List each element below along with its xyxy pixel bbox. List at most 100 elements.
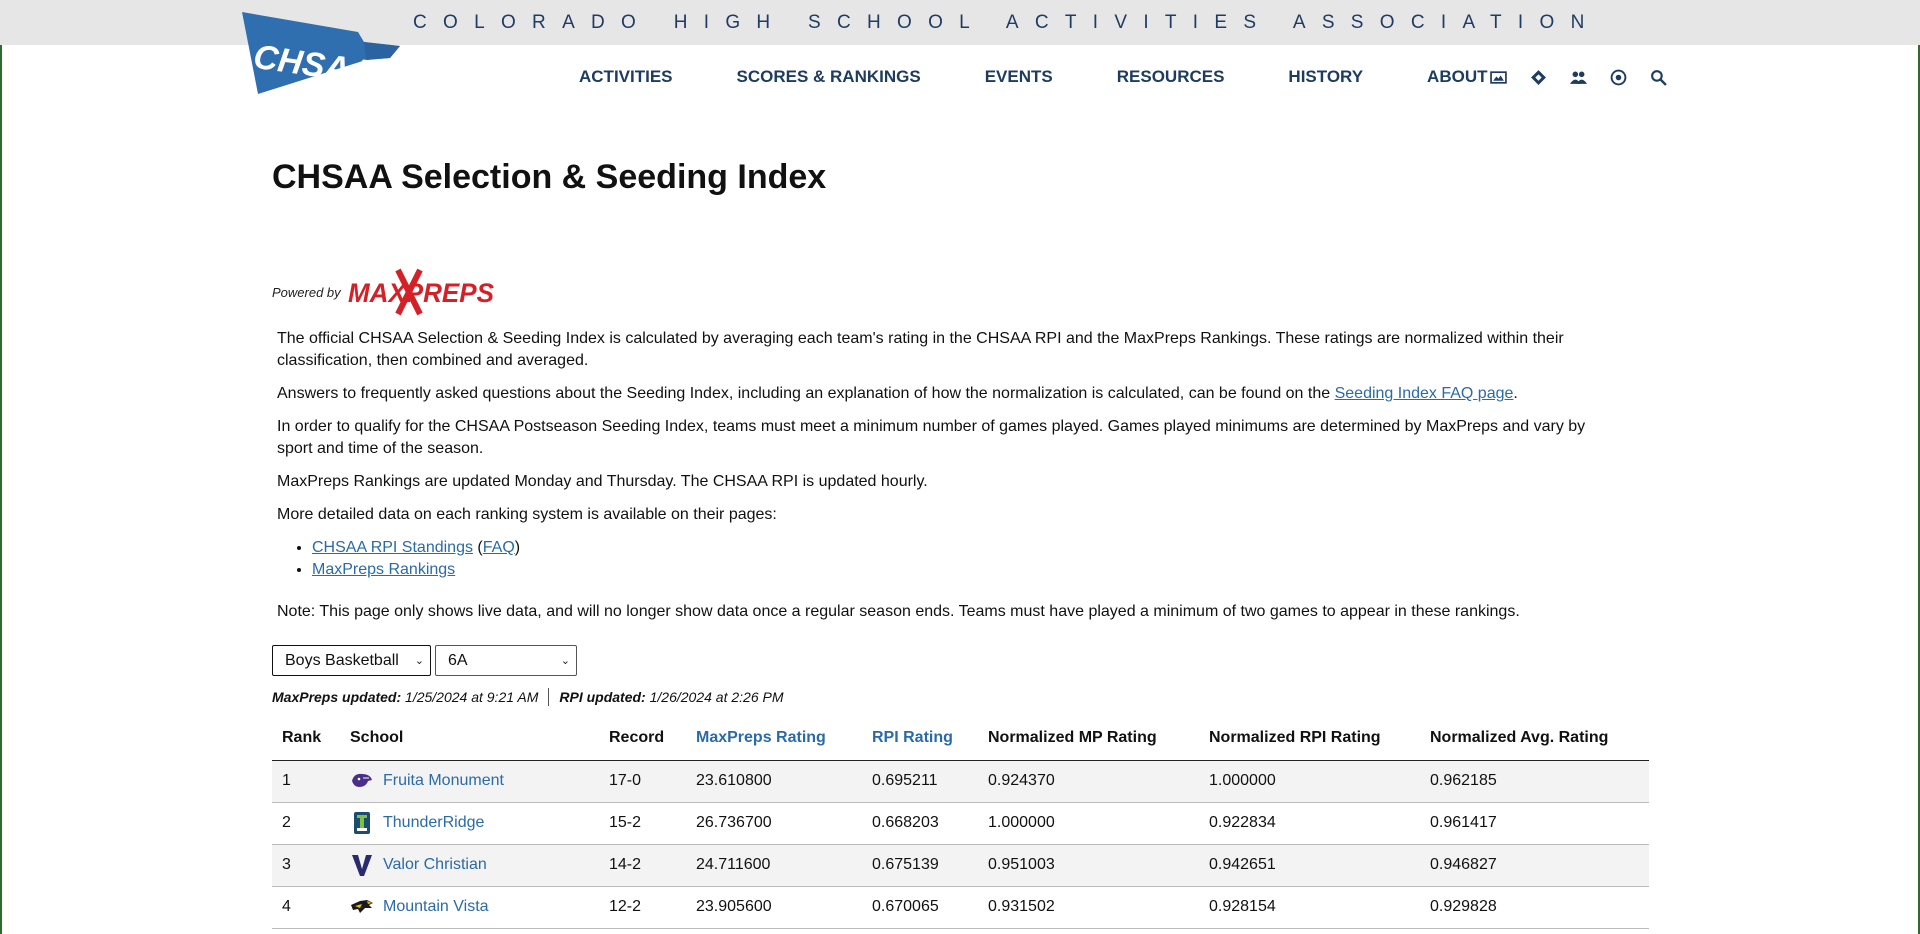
faq-paragraph: Answers to frequently asked questions ab…: [277, 383, 1607, 405]
more-data-paragraph: More detailed data on each ranking syste…: [277, 506, 777, 523]
normalized-mp-cell: 0.951003: [978, 844, 1199, 887]
normalized-rpi-cell: 1.000000: [1199, 760, 1420, 803]
maxpreps-rating-cell: 23.905600: [686, 886, 862, 929]
list-item: MaxPreps Rankings: [312, 559, 1607, 581]
qualify-paragraph: In order to qualify for the CHSAA Postse…: [277, 418, 1586, 457]
normalized-avg-cell: 0.961417: [1420, 802, 1649, 845]
ranking-links-list: CHSAA RPI Standings (FAQ) MaxPreps Ranki…: [312, 537, 1607, 581]
school-link[interactable]: Fruita Monument: [383, 772, 504, 790]
rank-cell: 1: [272, 760, 340, 803]
table-header-row: Rank School Record MaxPreps Rating RPI R…: [272, 717, 1649, 761]
description: The official CHSAA Selection & Seeding I…: [277, 328, 1607, 634]
rpi-standings-link[interactable]: CHSAA RPI Standings: [312, 539, 473, 556]
image-icon[interactable]: [1487, 66, 1509, 88]
column-header-record: Record: [599, 717, 686, 761]
divider: [548, 688, 550, 706]
rpi-rating-cell: 0.668203: [862, 802, 978, 845]
filter-selects: Boys Basketball ⌄ 6A ⌄: [272, 645, 581, 676]
normalized-rpi-cell: 0.942651: [1199, 844, 1420, 887]
v-letter-logo-icon: [350, 853, 374, 877]
maxpreps-rating-cell: 26.736700: [686, 802, 862, 845]
target-icon[interactable]: [1607, 66, 1629, 88]
main-nav: ACTIVITIES SCORES & RANKINGS EVENTS RESO…: [579, 65, 1552, 89]
record-cell: 15-2: [599, 802, 686, 845]
wildcat-logo-icon: [350, 769, 374, 793]
normalized-avg-cell: 0.962185: [1420, 760, 1649, 803]
powered-by: Powered by MAXPREPS: [272, 268, 498, 316]
update-schedule-paragraph: MaxPreps Rankings are updated Monday and…: [277, 473, 928, 490]
rpi-rating-cell: 0.675139: [862, 844, 978, 887]
list-item: CHSAA RPI Standings (FAQ): [312, 537, 1607, 559]
ticket-icon[interactable]: [1527, 66, 1549, 88]
faq-paragraph-text: Answers to frequently asked questions ab…: [277, 385, 1335, 402]
table-row: 3 Valor Christian 14-2 24.711600 0.67513…: [272, 844, 1649, 887]
record-cell: 14-2: [599, 844, 686, 887]
school-cell: Fruita Monument: [340, 760, 599, 803]
maxpreps-logo-text: MAXPREPS: [348, 278, 494, 308]
rank-cell: 2: [272, 802, 340, 845]
maxpreps-rating-cell: 23.610800: [686, 760, 862, 803]
column-header-school: School: [340, 717, 599, 761]
rpi-faq-link[interactable]: FAQ: [483, 539, 515, 556]
powered-by-label: Powered by: [272, 284, 341, 300]
school-link[interactable]: Mountain Vista: [383, 898, 489, 916]
rpi-rating-cell: 0.670065: [862, 886, 978, 929]
nav-about[interactable]: ABOUT: [1427, 67, 1487, 87]
page-title: CHSAA Selection & Seeding Index: [272, 158, 827, 196]
nav-resources[interactable]: RESOURCES: [1117, 67, 1225, 87]
faq-paragraph-end: .: [1513, 385, 1518, 402]
maxpreps-rating-cell: 24.711600: [686, 844, 862, 887]
nav-activities[interactable]: ACTIVITIES: [579, 67, 673, 87]
school-link[interactable]: Valor Christian: [383, 856, 487, 874]
seeding-faq-link[interactable]: Seeding Index FAQ page: [1335, 385, 1514, 402]
chevron-down-icon: ⌄: [560, 655, 570, 667]
rpi-rating-cell: 0.695211: [862, 760, 978, 803]
window-frame-left: [0, 0, 2, 934]
users-icon[interactable]: [1567, 66, 1589, 88]
normalized-rpi-cell: 0.922834: [1199, 802, 1420, 845]
nav-events[interactable]: EVENTS: [985, 67, 1053, 87]
golden-eagle-logo-icon: [350, 895, 374, 919]
school-cell: Mountain Vista: [340, 886, 599, 929]
update-timestamps: MaxPreps updated: 1/25/2024 at 9:21 AM R…: [272, 688, 784, 706]
search-icon[interactable]: [1647, 66, 1669, 88]
rank-cell: 3: [272, 844, 340, 887]
normalized-mp-cell: 1.000000: [978, 802, 1199, 845]
rank-cell: 4: [272, 886, 340, 929]
note-paragraph: Note: This page only shows live data, an…: [277, 603, 1520, 620]
school-cell: Valor Christian: [340, 844, 599, 887]
nav-scores-rankings[interactable]: SCORES & RANKINGS: [737, 67, 921, 87]
rpi-updated-value: 1/26/2024 at 2:26 PM: [649, 689, 784, 705]
column-header-rpi-rating[interactable]: RPI Rating: [862, 717, 978, 761]
normalized-avg-cell: 0.929828: [1420, 886, 1649, 929]
seeding-index-table: Rank School Record MaxPreps Rating RPI R…: [272, 717, 1649, 929]
school-cell: ThunderRidge: [340, 802, 599, 845]
sport-select-value: Boys Basketball: [285, 651, 399, 669]
maxpreps-updated-label: MaxPreps updated:: [272, 689, 402, 705]
record-cell: 12-2: [599, 886, 686, 929]
classification-select-value: 6A: [448, 651, 468, 669]
column-header-maxpreps-rating[interactable]: MaxPreps Rating: [686, 717, 862, 761]
column-header-normalized-avg: Normalized Avg. Rating: [1420, 717, 1649, 761]
nav-history[interactable]: HISTORY: [1288, 67, 1363, 87]
normalized-avg-cell: 0.946827: [1420, 844, 1649, 887]
grizzly-logo-icon: [350, 811, 374, 835]
classification-select[interactable]: 6A ⌄: [435, 645, 577, 676]
sport-select[interactable]: Boys Basketball ⌄: [272, 645, 431, 676]
intro-paragraph: The official CHSAA Selection & Seeding I…: [277, 330, 1564, 369]
chevron-down-icon: ⌄: [414, 655, 424, 667]
column-header-normalized-mp: Normalized MP Rating: [978, 717, 1199, 761]
maxpreps-updated-value: 1/25/2024 at 9:21 AM: [405, 689, 539, 705]
chsaa-logo[interactable]: CHSAA: [240, 8, 406, 98]
normalized-mp-cell: 0.931502: [978, 886, 1199, 929]
site-tagline: COLORADO HIGH SCHOOL ACTIVITIES ASSOCIAT…: [413, 12, 1601, 33]
column-header-rank: Rank: [272, 717, 340, 761]
maxpreps-rankings-link[interactable]: MaxPreps Rankings: [312, 561, 455, 578]
maxpreps-logo[interactable]: MAXPREPS: [346, 268, 498, 316]
school-link[interactable]: ThunderRidge: [383, 814, 484, 832]
record-cell: 17-0: [599, 760, 686, 803]
table-row: 4 Mountain Vista 12-2 23.905600 0.670065…: [272, 886, 1649, 929]
normalized-rpi-cell: 0.928154: [1199, 886, 1420, 929]
table-row: 2 ThunderRidge 15-2 26.736700 0.668203 1…: [272, 802, 1649, 845]
column-header-normalized-rpi: Normalized RPI Rating: [1199, 717, 1420, 761]
